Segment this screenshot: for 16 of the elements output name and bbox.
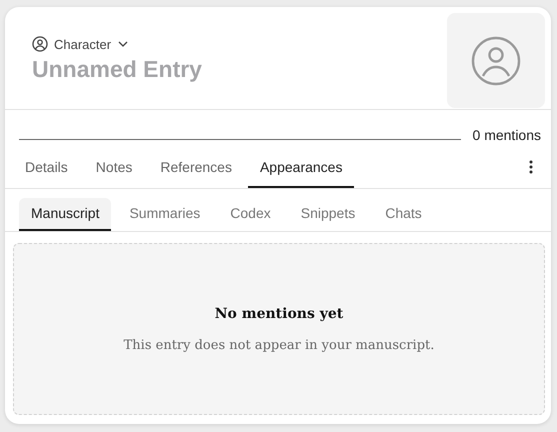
tab[interactable]: Details	[13, 148, 80, 188]
empty-state-heading: No mentions yet	[214, 306, 344, 322]
tab[interactable]: Notes	[84, 148, 144, 188]
sub-tab[interactable]: Snippets	[288, 198, 368, 231]
tab[interactable]: Appearances	[248, 148, 354, 188]
sub-tab[interactable]: Chats	[373, 198, 434, 231]
mention-count: 0 mentions	[472, 127, 541, 143]
sub-tab[interactable]: Summaries	[117, 198, 212, 231]
person-icon	[471, 36, 521, 86]
person-icon	[32, 36, 48, 52]
entry-type-dropdown[interactable]: Character	[32, 36, 130, 52]
empty-state-message: This entry does not appear in your manuscript.	[124, 338, 434, 352]
sub-tab[interactable]: Manuscript	[19, 198, 112, 231]
avatar-placeholder[interactable]	[447, 13, 545, 108]
tab[interactable]: References	[148, 148, 244, 188]
sub-tab[interactable]: Codex	[218, 198, 283, 231]
